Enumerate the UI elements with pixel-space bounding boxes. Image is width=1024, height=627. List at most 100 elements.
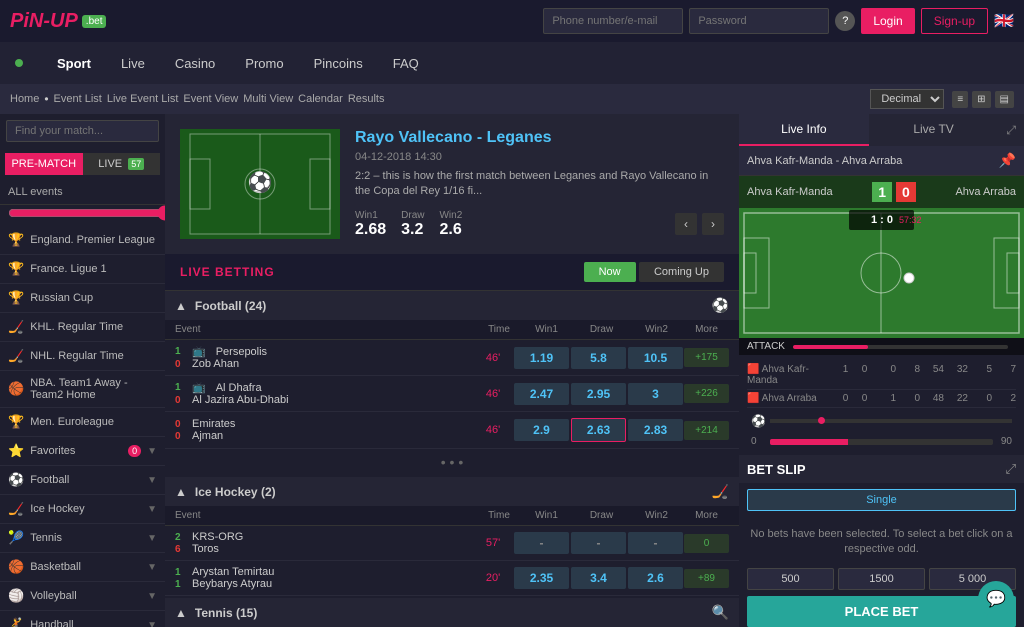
sidebar-item-euroleague[interactable]: 🏆 Men. Euroleague (0, 408, 165, 437)
ice-win2-2[interactable]: 2.6 (628, 567, 683, 589)
now-coming-buttons: Now Coming Up (584, 262, 724, 282)
breadcrumb-event-list[interactable]: Event List (54, 93, 102, 105)
win1-value[interactable]: 2.68 (355, 221, 386, 239)
sidebar-item-france[interactable]: 🏆 France. Ligue 1 (0, 255, 165, 284)
ice-more-2[interactable]: +89 (684, 569, 729, 588)
sidebar-item-russian-cup[interactable]: 🏆 Russian Cup (0, 284, 165, 313)
collapse-icon-2: ▲ (175, 485, 187, 499)
grid-icon-grid[interactable]: ⊞ (972, 91, 990, 108)
nav-item-live[interactable]: Live (121, 56, 145, 71)
ice-hockey-icon: 🏒 (8, 501, 24, 517)
tennis-section-header[interactable]: ▲ Tennis (15) 🔍 (165, 598, 739, 627)
password-input[interactable] (689, 8, 829, 34)
ice-win2-1[interactable]: - (628, 532, 683, 554)
panel-tab-row: Live Info Live TV ⤢ (739, 114, 1024, 146)
football-win1-1[interactable]: 1.19 (514, 347, 569, 369)
breadcrumb-multi-view[interactable]: Multi View (243, 93, 293, 105)
football-win2-2[interactable]: 3 (628, 383, 683, 405)
expand-button[interactable]: ⤢ (998, 115, 1024, 146)
sidebar-item-england[interactable]: 🏆 England. Premier League (0, 226, 165, 255)
amount-1500[interactable]: 1500 (838, 568, 925, 590)
pin-icon[interactable]: 📌 (999, 152, 1016, 169)
grid-icon-list[interactable]: ≡ (952, 91, 968, 108)
sidebar-item-basketball[interactable]: 🏀 Basketball ▼ (0, 553, 165, 582)
now-button[interactable]: Now (584, 262, 636, 282)
chat-button[interactable]: 💬 (978, 581, 1014, 617)
breadcrumb-live-event[interactable]: Live Event List (107, 93, 179, 105)
nav-arrows: ‹ › (675, 213, 724, 235)
tennis-section-title: Tennis (15) (195, 606, 257, 620)
sidebar-all[interactable]: ALL events (0, 180, 165, 205)
prematch-tab[interactable]: PRE-MATCH (5, 153, 83, 175)
football-win1-3[interactable]: 2.9 (514, 419, 569, 441)
coming-up-button[interactable]: Coming Up (639, 262, 724, 282)
sidebar-item-favorites[interactable]: ⭐ Favorites 0 ▼ (0, 437, 165, 466)
live-info-tab[interactable]: Live Info (739, 114, 869, 146)
breadcrumb-event-view[interactable]: Event View (183, 93, 238, 105)
login-button[interactable]: Login (861, 8, 914, 34)
nav-item-casino[interactable]: Casino (175, 56, 215, 71)
draw-value[interactable]: 3.2 (401, 221, 424, 239)
ice-more-1[interactable]: 0 (684, 534, 729, 553)
single-tab[interactable]: Single (747, 489, 1016, 511)
win2-value[interactable]: 2.6 (439, 221, 462, 239)
ice-draw-2[interactable]: 3.4 (571, 567, 626, 589)
ice-win1-2[interactable]: 2.35 (514, 567, 569, 589)
football-draw-1[interactable]: 5.8 (571, 347, 626, 369)
bet-slip-expand[interactable]: ⤢ (1005, 461, 1016, 477)
featured-title[interactable]: Rayo Vallecano - Leganes (355, 129, 724, 147)
sidebar-item-football[interactable]: ⚽ Football ▼ (0, 466, 165, 495)
nav-item-pincoins[interactable]: Pincoins (314, 56, 363, 71)
football-more-2[interactable]: +226 (684, 384, 729, 403)
sidebar-slider[interactable] (8, 205, 165, 221)
football-more-3[interactable]: +214 (684, 421, 729, 440)
live-tv-tab[interactable]: Live TV (869, 114, 999, 146)
ice-hockey-events-header: Event Time Win1 Draw Win2 More (165, 506, 739, 526)
sidebar-item-nhl[interactable]: 🏒 NHL. Regular Time (0, 342, 165, 371)
trophy-icon-2: 🏆 (8, 261, 24, 277)
search-input[interactable] (6, 120, 159, 142)
football-draw-2[interactable]: 2.95 (571, 383, 626, 405)
sidebar-item-ice-hockey[interactable]: 🏒 Ice Hockey ▼ (0, 495, 165, 524)
prematch-tabs: PRE-MATCH LIVE 57 (5, 153, 160, 175)
sidebar-item-handball[interactable]: 🤾 Handball ▼ (0, 611, 165, 627)
phone-email-input[interactable] (543, 8, 683, 34)
amount-500[interactable]: 500 (747, 568, 834, 590)
ice-win1-1[interactable]: - (514, 532, 569, 554)
ice-draw-1[interactable]: - (571, 532, 626, 554)
live-betting-header: LIVE BETTING Now Coming Up (165, 254, 739, 291)
sidebar-item-volleyball[interactable]: 🏐 Volleyball ▼ (0, 582, 165, 611)
signup-button[interactable]: Sign-up (921, 8, 988, 34)
draw-group: Draw 3.2 (401, 210, 424, 239)
chevron-icon-7: ▼ (147, 620, 157, 627)
main-nav: Sport Live Casino Promo Pincoins FAQ (0, 42, 1024, 84)
place-bet-button[interactable]: PLACE BET (747, 596, 1016, 627)
football-win1-2[interactable]: 2.47 (514, 383, 569, 405)
breadcrumb-home[interactable]: Home (10, 93, 39, 105)
nav-item-faq[interactable]: FAQ (393, 56, 419, 71)
logo-bet: .bet (82, 15, 107, 28)
grid-icon-compact[interactable]: ▤ (995, 91, 1014, 108)
language-flag[interactable]: 🇬🇧 (994, 11, 1014, 31)
breadcrumb-calendar[interactable]: Calendar (298, 93, 343, 105)
decimal-select[interactable]: Decimal (870, 89, 944, 109)
sidebar-item-nba[interactable]: 🏀 NBA. Team1 Away - Team2 Home (0, 371, 165, 408)
ice-hockey-section-header[interactable]: ▲ Ice Hockey (2) 🏒 (165, 477, 739, 506)
sidebar-item-khl[interactable]: 🏒 KHL. Regular Time (0, 313, 165, 342)
football-draw-3[interactable]: 2.63 (571, 418, 626, 442)
live-tab[interactable]: LIVE 57 (83, 153, 161, 175)
nav-item-promo[interactable]: Promo (245, 56, 283, 71)
hockey-icon-2: 🏒 (8, 348, 24, 364)
help-button[interactable]: ? (835, 11, 855, 31)
football-more-1[interactable]: +175 (684, 348, 729, 367)
football-section-header[interactable]: ▲ Football (24) ⚽ (165, 291, 739, 320)
breadcrumb-results[interactable]: Results (348, 93, 385, 105)
football-win2-3[interactable]: 2.83 (628, 419, 683, 441)
field-visualization: 1 : 0 57:32 (739, 208, 1024, 338)
football-win2-1[interactable]: 10.5 (628, 347, 683, 369)
prev-arrow[interactable]: ‹ (675, 213, 697, 235)
sidebar-item-tennis[interactable]: 🎾 Tennis ▼ (0, 524, 165, 553)
next-arrow[interactable]: › (702, 213, 724, 235)
dots-more[interactable]: • • • (165, 449, 739, 475)
nav-item-sport[interactable]: Sport (57, 56, 91, 71)
